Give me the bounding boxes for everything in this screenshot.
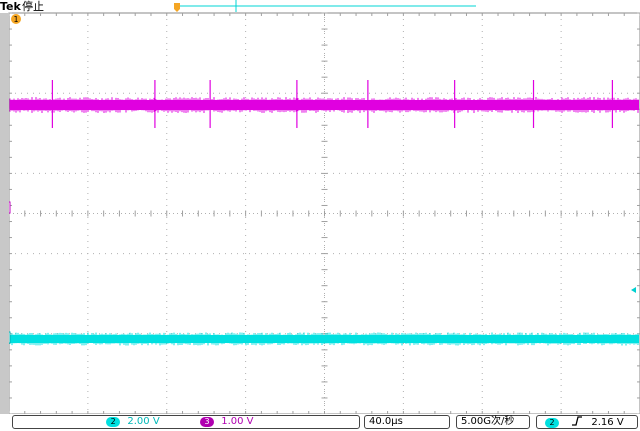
sample-rate-box[interactable]: 5.00G次/秒 [456, 415, 530, 429]
svg-text:1: 1 [13, 15, 18, 24]
brand-logo: Tek [0, 0, 21, 13]
timebase-value: 40.0µs [369, 416, 403, 427]
left-side-bar [0, 13, 9, 415]
ch3-badge: 3 [200, 417, 215, 427]
oscilloscope-display: 1 3 2 [0, 0, 640, 415]
ch1-marker[interactable]: 1 [11, 14, 21, 24]
acquisition-status: 停止 [22, 0, 44, 13]
ch2-scale: 2.00 V [127, 416, 160, 427]
trigger-level: 2.16 V [591, 417, 624, 428]
trigger-marker-icon [174, 3, 180, 12]
ch3-scale: 1.00 V [221, 416, 254, 427]
channel-scale-box[interactable]: 2 2.00 V 3 1.00 V [12, 415, 360, 429]
ch2-badge: 2 [106, 417, 121, 427]
trigger-box[interactable]: 2 2.16 V [536, 415, 638, 429]
status-footer: 2 2.00 V 3 1.00 V 40.0µs 5.00G次/秒 2 2.16… [0, 414, 640, 431]
sample-rate-value: 5.00G次/秒 [461, 416, 515, 427]
rising-edge-icon [572, 416, 583, 430]
trigger-channel-badge: 2 [545, 418, 559, 428]
timebase-box[interactable]: 40.0µs [364, 415, 450, 429]
